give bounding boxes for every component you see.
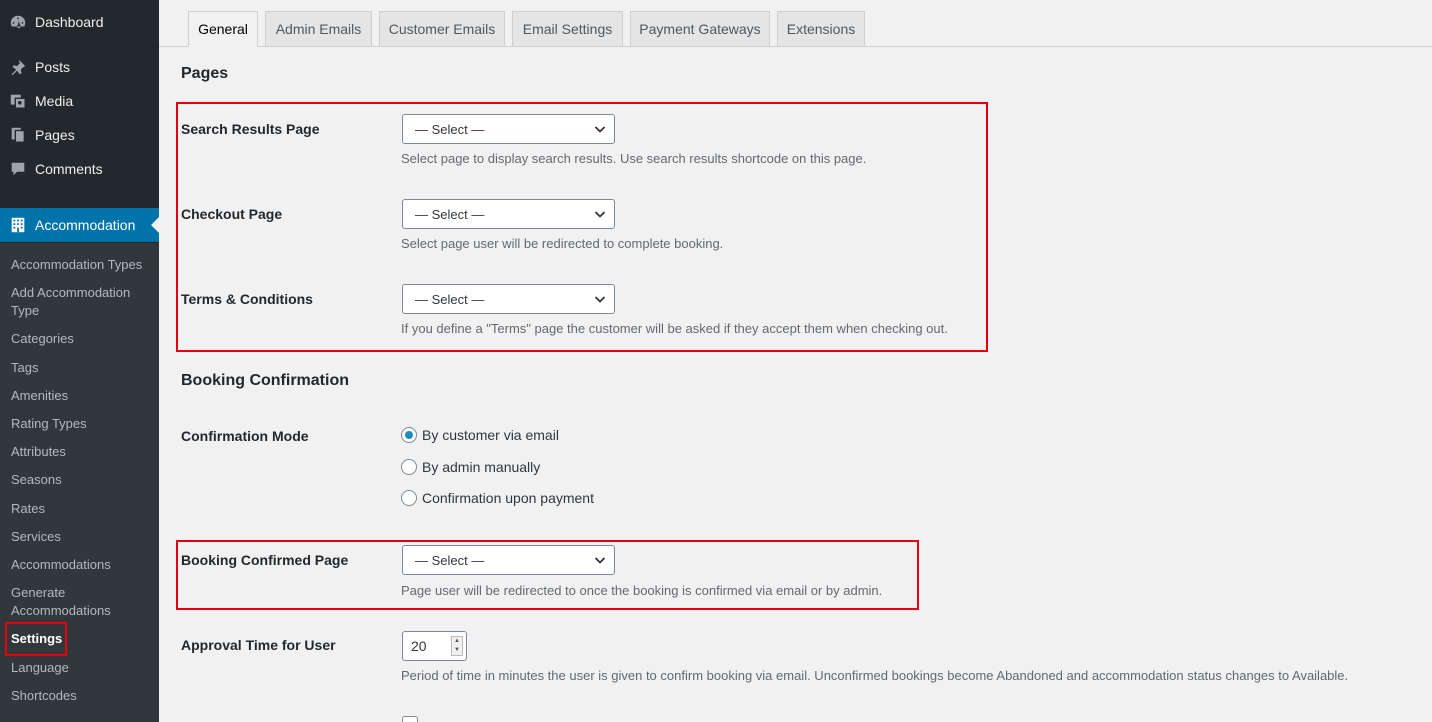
pin-icon	[8, 57, 28, 77]
dashboard-icon	[8, 12, 28, 32]
submenu-accommodation-types[interactable]: Accommodation Types	[11, 256, 156, 274]
select-value: — Select —	[415, 206, 485, 222]
submenu-tags[interactable]: Tags	[11, 359, 156, 377]
admin-sidebar: Dashboard Posts Media Pages Comments Acc…	[0, 0, 159, 722]
terms-conditions-label: Terms & Conditions	[181, 291, 313, 307]
tab-customer-emails[interactable]: Customer Emails	[379, 11, 505, 47]
radio-button[interactable]	[401, 459, 417, 475]
approval-time-input[interactable]: 20 ▲ ▼	[402, 631, 467, 661]
checkout-page-select[interactable]: — Select —	[402, 199, 615, 229]
checkbox[interactable]	[402, 716, 418, 722]
comment-icon	[8, 159, 28, 179]
menu-label: Accommodation	[35, 217, 136, 233]
radio-label: By customer via email	[422, 427, 559, 443]
booking-confirmed-page-select[interactable]: — Select —	[402, 545, 615, 575]
submenu-rates[interactable]: Rates	[11, 500, 156, 518]
tab-admin-emails[interactable]: Admin Emails	[265, 11, 372, 47]
pages-icon	[8, 125, 28, 145]
number-spinner[interactable]: ▲ ▼	[451, 636, 463, 656]
spin-up-icon[interactable]: ▲	[452, 637, 462, 646]
menu-label: Pages	[35, 127, 75, 143]
submenu-shortcodes[interactable]: Shortcodes	[11, 687, 156, 705]
submenu-services[interactable]: Services	[11, 528, 156, 546]
search-results-page-description: Select page to display search results. U…	[401, 151, 867, 166]
menu-label: Dashboard	[35, 14, 104, 30]
chevron-down-icon	[594, 296, 606, 303]
chevron-down-icon	[594, 557, 606, 564]
menu-accommodation[interactable]: Accommodation	[0, 208, 159, 242]
submenu-generate-accommodations[interactable]: Generate Accommodations	[11, 584, 156, 620]
submenu-categories[interactable]: Categories	[11, 330, 156, 348]
radio-button[interactable]	[401, 427, 417, 443]
chevron-down-icon	[594, 211, 606, 218]
submenu-attributes[interactable]: Attributes	[11, 443, 156, 461]
tab-extensions[interactable]: Extensions	[777, 11, 865, 47]
menu-label: Media	[35, 93, 74, 109]
select-value: — Select —	[415, 291, 485, 307]
search-results-page-select[interactable]: — Select —	[402, 114, 615, 144]
pages-section-title: Pages	[181, 65, 229, 82]
submenu-seasons[interactable]: Seasons	[11, 471, 156, 489]
building-icon	[8, 215, 28, 235]
media-icon	[8, 91, 28, 111]
approval-time-description: Period of time in minutes the user is gi…	[401, 668, 1349, 683]
terms-conditions-description: If you define a "Terms" page the custome…	[401, 321, 948, 336]
radio-by-customer[interactable]: By customer via email	[401, 427, 559, 443]
radio-label: Confirmation upon payment	[422, 490, 594, 506]
tab-general[interactable]: General	[188, 11, 258, 47]
radio-label: By admin manually	[422, 459, 541, 475]
checkout-page-description: Select page user will be redirected to c…	[401, 236, 724, 251]
confirmation-mode-label: Confirmation Mode	[181, 428, 309, 444]
booking-confirmed-page-label: Booking Confirmed Page	[181, 552, 349, 568]
submenu-rating-types[interactable]: Rating Types	[11, 415, 156, 433]
submenu-add-accommodation-type[interactable]: Add Accommodation Type	[11, 284, 156, 320]
submenu-amenities[interactable]: Amenities	[11, 387, 156, 405]
radio-button[interactable]	[401, 490, 417, 506]
search-results-page-label: Search Results Page	[181, 121, 320, 137]
menu-comments[interactable]: Comments	[0, 152, 159, 186]
select-value: — Select —	[415, 121, 485, 137]
terms-conditions-select[interactable]: — Select —	[402, 284, 615, 314]
submenu-accommodations[interactable]: Accommodations	[11, 556, 156, 574]
tab-payment-gateways[interactable]: Payment Gateways	[630, 11, 770, 47]
radio-upon-payment[interactable]: Confirmation upon payment	[401, 490, 594, 506]
settings-highlight-box	[5, 622, 67, 656]
number-value: 20	[411, 638, 427, 654]
spin-down-icon[interactable]: ▼	[452, 646, 462, 655]
menu-dashboard[interactable]: Dashboard	[0, 5, 159, 39]
booking-confirmation-title: Booking Confirmation	[181, 372, 349, 389]
tab-email-settings[interactable]: Email Settings	[512, 11, 623, 47]
menu-label: Comments	[35, 161, 103, 177]
menu-label: Posts	[35, 59, 71, 75]
radio-by-admin[interactable]: By admin manually	[401, 459, 540, 475]
menu-pages[interactable]: Pages	[0, 118, 159, 152]
chevron-down-icon	[594, 126, 606, 133]
submenu-language[interactable]: Language	[11, 659, 156, 677]
menu-media[interactable]: Media	[0, 84, 159, 118]
checkout-page-label: Checkout Page	[181, 206, 283, 222]
select-value: — Select —	[415, 552, 485, 568]
booking-confirmed-page-description: Page user will be redirected to once the…	[401, 583, 883, 598]
approval-time-label: Approval Time for User	[181, 637, 336, 653]
menu-posts[interactable]: Posts	[0, 50, 159, 84]
